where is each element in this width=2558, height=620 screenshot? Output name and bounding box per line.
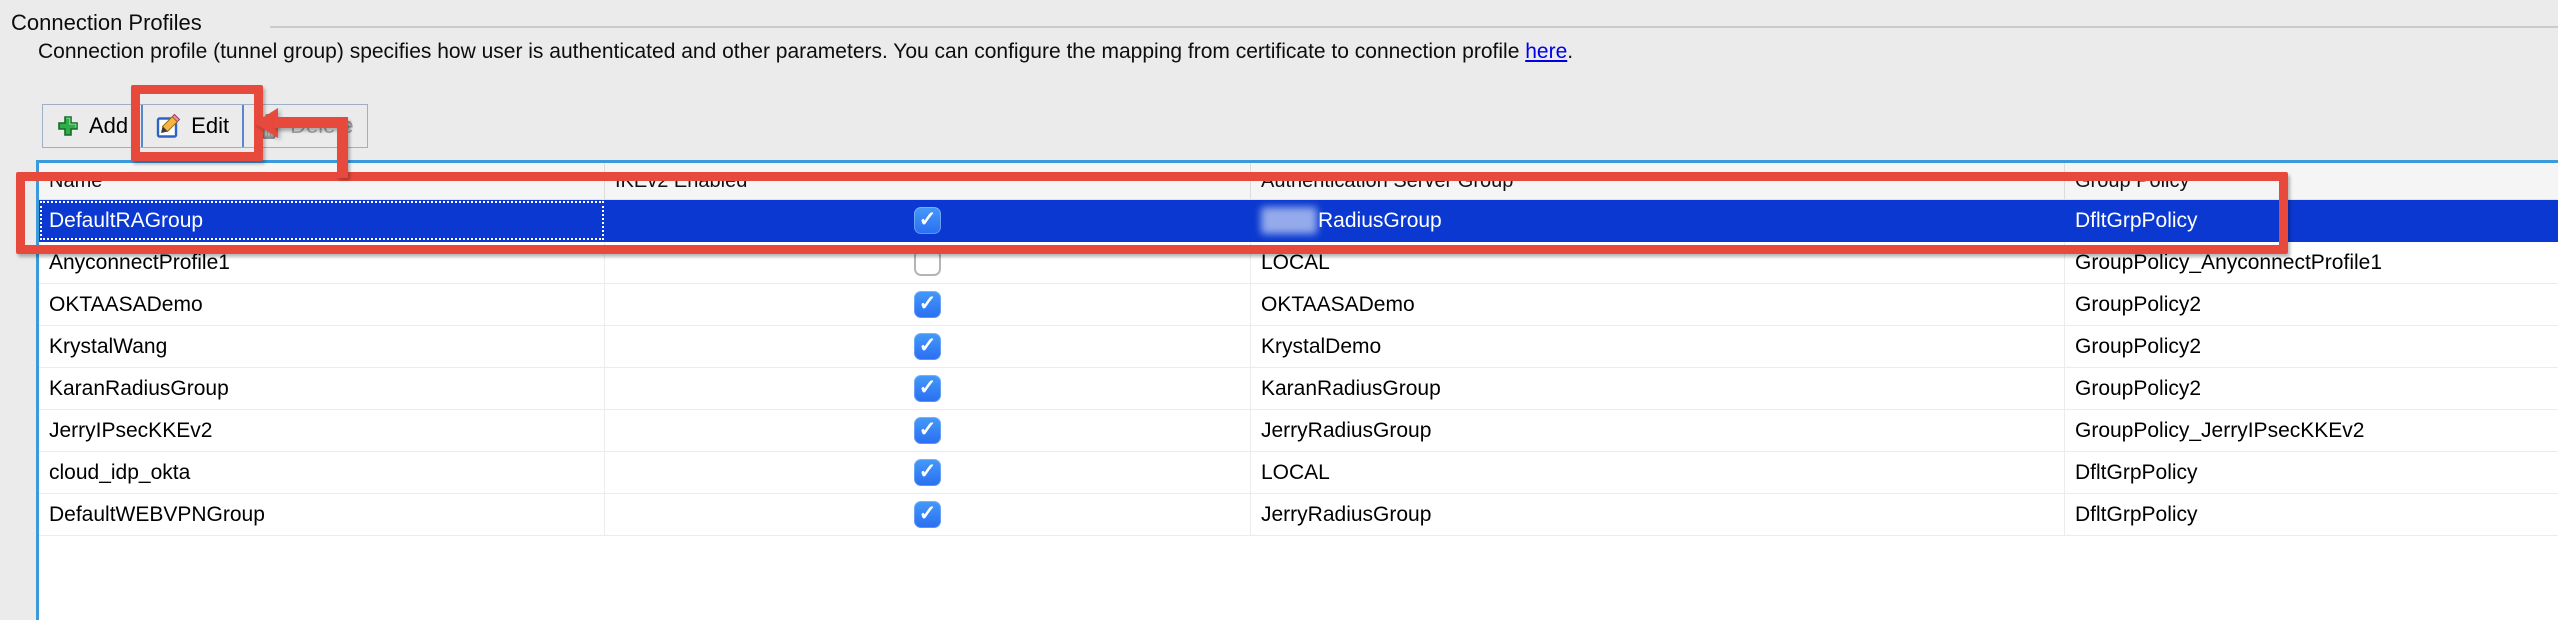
cell-group-policy: DfltGrpPolicy xyxy=(2065,494,2558,535)
cell-name: DefaultRAGroup xyxy=(39,200,605,241)
cell-name: KrystalWang xyxy=(39,326,605,367)
cell-name: OKTAASADemo xyxy=(39,284,605,325)
column-header-group-policy[interactable]: Group Policy xyxy=(2065,163,2558,199)
checkmark-icon: ✓ xyxy=(919,459,937,484)
cell-ikev2: ✓ xyxy=(605,200,1251,241)
cell-auth-server-group: LOCAL xyxy=(1251,242,2065,283)
checkmark-icon: ✓ xyxy=(919,333,937,358)
description-after: . xyxy=(1567,40,1573,63)
cell-name: AnyconnectProfile1 xyxy=(39,242,605,283)
add-button[interactable]: Add xyxy=(43,105,141,147)
connection-profiles-table: Name IKEv2 Enabled Authentication Server… xyxy=(36,160,2558,620)
description-before: Connection profile (tunnel group) specif… xyxy=(38,40,1525,63)
edit-button[interactable]: Edit xyxy=(141,105,244,147)
cell-ikev2: ✓ xyxy=(605,242,1251,283)
cell-group-policy: GroupPolicy2 xyxy=(2065,326,2558,367)
table-row[interactable]: KaranRadiusGroup ✓ KaranRadiusGroup Grou… xyxy=(39,368,2558,410)
delete-button[interactable]: Delete xyxy=(244,105,367,147)
here-link[interactable]: here xyxy=(1525,40,1567,63)
table-row[interactable]: JerryIPsecKKEv2 ✓ JerryRadiusGroup Group… xyxy=(39,410,2558,452)
cell-name: KaranRadiusGroup xyxy=(39,368,605,409)
ikev2-checkbox[interactable]: ✓ xyxy=(914,375,941,402)
trash-icon xyxy=(257,113,281,139)
cell-name: cloud_idp_okta xyxy=(39,452,605,493)
column-header-auth-server-group[interactable]: Authentication Server Group xyxy=(1251,163,2065,199)
cell-auth-server-group: KrystalDemo xyxy=(1251,326,2065,367)
page-title: Connection Profiles xyxy=(11,10,202,36)
cell-group-policy: DfltGrpPolicy xyxy=(2065,452,2558,493)
cell-auth-server-group: KaranRadiusGroup xyxy=(1251,368,2065,409)
cell-group-policy: GroupPolicy_JerryIPsecKKEv2 xyxy=(2065,410,2558,451)
edit-icon xyxy=(156,113,182,139)
description-text: Connection profile (tunnel group) specif… xyxy=(38,40,1573,64)
cell-auth-server-group: RadiusGroup xyxy=(1251,200,2065,241)
cell-ikev2: ✓ xyxy=(605,410,1251,451)
table-row[interactable]: OKTAASADemo ✓ OKTAASADemo GroupPolicy2 xyxy=(39,284,2558,326)
cell-ikev2: ✓ xyxy=(605,284,1251,325)
ikev2-checkbox[interactable]: ✓ xyxy=(914,249,941,276)
ikev2-checkbox[interactable]: ✓ xyxy=(914,291,941,318)
cell-auth-server-group: JerryRadiusGroup xyxy=(1251,410,2065,451)
checkmark-icon: ✓ xyxy=(919,417,937,442)
table-row[interactable]: KrystalWang ✓ KrystalDemo GroupPolicy2 xyxy=(39,326,2558,368)
cell-auth-server-group: LOCAL xyxy=(1251,452,2065,493)
ikev2-checkbox[interactable]: ✓ xyxy=(914,417,941,444)
checkmark-icon: ✓ xyxy=(919,291,937,316)
cell-group-policy: GroupPolicy2 xyxy=(2065,368,2558,409)
table-row[interactable]: cloud_idp_okta ✓ LOCAL DfltGrpPolicy xyxy=(39,452,2558,494)
cell-group-policy: GroupPolicy_AnyconnectProfile1 xyxy=(2065,242,2558,283)
edit-button-label: Edit xyxy=(191,113,229,139)
ikev2-checkbox[interactable]: ✓ xyxy=(914,459,941,486)
groupbox-rule xyxy=(270,26,2558,28)
checkmark-icon: ✓ xyxy=(919,207,937,232)
table-row[interactable]: AnyconnectProfile1 ✓ LOCAL GroupPolicy_A… xyxy=(39,242,2558,284)
ikev2-checkbox[interactable]: ✓ xyxy=(914,207,941,234)
cell-auth-server-group: JerryRadiusGroup xyxy=(1251,494,2065,535)
table-row[interactable]: DefaultRAGroup ✓ RadiusGroup DfltGrpPoli… xyxy=(39,200,2558,242)
ikev2-checkbox[interactable]: ✓ xyxy=(914,501,941,528)
checkmark-icon: ✓ xyxy=(919,501,937,526)
table-header-row: Name IKEv2 Enabled Authentication Server… xyxy=(39,163,2558,200)
column-header-name[interactable]: Name xyxy=(39,163,605,199)
ikev2-checkbox[interactable]: ✓ xyxy=(914,333,941,360)
cell-group-policy: DfltGrpPolicy xyxy=(2065,200,2558,241)
cell-ikev2: ✓ xyxy=(605,494,1251,535)
add-icon xyxy=(56,114,80,138)
redaction-blur xyxy=(1261,207,1317,234)
cell-auth-server-group: OKTAASADemo xyxy=(1251,284,2065,325)
cell-ikev2: ✓ xyxy=(605,326,1251,367)
cell-ikev2: ✓ xyxy=(605,452,1251,493)
cell-group-policy: GroupPolicy2 xyxy=(2065,284,2558,325)
delete-button-label: Delete xyxy=(290,113,354,139)
profiles-toolbar: Add Edit Delete xyxy=(42,104,368,148)
table-row[interactable]: DefaultWEBVPNGroup ✓ JerryRadiusGroup Df… xyxy=(39,494,2558,536)
cell-name: DefaultWEBVPNGroup xyxy=(39,494,605,535)
checkmark-icon: ✓ xyxy=(919,375,937,400)
column-header-ikev2-enabled[interactable]: IKEv2 Enabled xyxy=(605,163,1251,199)
add-button-label: Add xyxy=(89,113,128,139)
cell-name: JerryIPsecKKEv2 xyxy=(39,410,605,451)
cell-ikev2: ✓ xyxy=(605,368,1251,409)
